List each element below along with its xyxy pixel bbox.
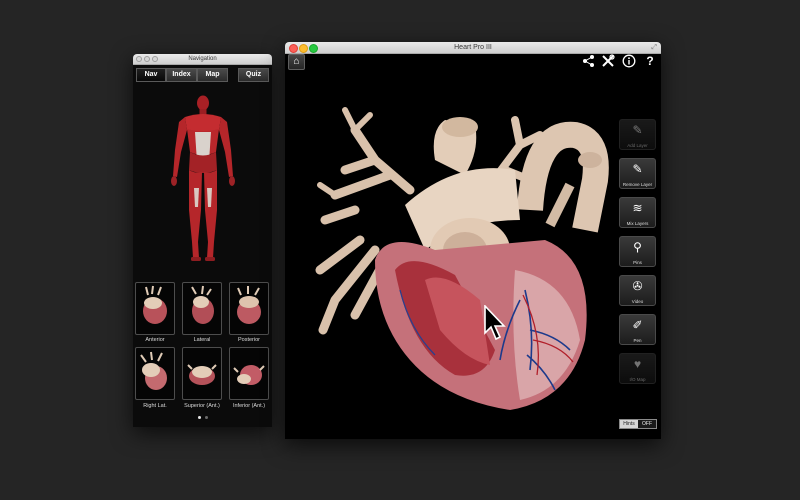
minimize-button[interactable] [299, 44, 308, 53]
heart-model-viewport[interactable] [315, 100, 615, 410]
navigation-title: Navigation [188, 56, 217, 62]
page-dot[interactable] [205, 416, 208, 419]
body-figure-map[interactable] [168, 92, 238, 264]
view-label: Lateral [193, 337, 211, 343]
view-label: Inferior (Ant.) [232, 403, 266, 409]
close-button[interactable] [136, 56, 142, 62]
tab-nav[interactable]: Nav [136, 68, 166, 82]
view-superior-thumb[interactable] [182, 347, 222, 400]
layers-icon: ≋ [632, 201, 643, 215]
view-label: Right Lat. [143, 403, 167, 409]
heart-thumb-icon [140, 351, 167, 390]
heart-thumb-icon [237, 286, 261, 324]
add-layer-button[interactable]: ✎ Add Layer [619, 119, 656, 150]
view-anterior-thumb[interactable] [135, 282, 175, 335]
pins-button[interactable]: ⚲ Pins [619, 236, 656, 267]
hints-state: OFF [638, 420, 656, 428]
navigation-titlebar[interactable]: Navigation [133, 54, 272, 65]
fullscreen-icon[interactable]: ⤢ [651, 42, 657, 53]
share-icon[interactable] [582, 54, 596, 68]
pen-button[interactable]: ✐ Pen [619, 314, 656, 345]
close-button[interactable] [289, 44, 298, 53]
view-lateral-thumb[interactable] [182, 282, 222, 335]
minimize-button[interactable] [144, 56, 150, 62]
view-label: Anterior [145, 337, 165, 343]
hints-toggle[interactable]: Hints OFF [619, 419, 657, 429]
heart-thumb-icon [187, 364, 217, 385]
tools-icon[interactable] [601, 54, 615, 68]
main-title: Heart Pro III [454, 44, 492, 51]
video-button[interactable]: ✇ Video [619, 275, 656, 306]
mix-layers-button[interactable]: ≋ Mix Layers [619, 197, 656, 228]
view-label: Superior (Ant.) [184, 403, 220, 409]
muscle-figure-icon [171, 95, 235, 261]
zoom-button[interactable] [309, 44, 318, 53]
view-inferior-thumb[interactable] [229, 347, 269, 400]
view-right-lat-thumb[interactable] [135, 347, 175, 400]
pen-icon: ✐ [632, 318, 643, 332]
zoom-button[interactable] [152, 56, 158, 62]
view-posterior-thumb[interactable] [229, 282, 269, 335]
home-icon: ⌂ [293, 56, 300, 67]
heart-thumb-icon [191, 285, 214, 324]
quiz-button[interactable]: Quiz [238, 68, 269, 82]
heart-thumb-icon [143, 285, 167, 324]
brush-plus-icon: ✎ [632, 123, 643, 137]
info-icon[interactable] [622, 54, 636, 68]
hints-label: Hints [620, 420, 638, 428]
main-window: Heart Pro III ⤢ ⌂ ? ✎ Add Layer ✎ Remove… [285, 42, 661, 439]
heart-thumb-icon [233, 365, 265, 385]
io-map-button[interactable]: ♥ I/O Map [619, 353, 656, 384]
home-button[interactable]: ⌂ [288, 54, 305, 70]
pin-icon: ⚲ [633, 240, 642, 254]
remove-layer-button[interactable]: ✎ Remove Layer [619, 158, 656, 189]
tab-map[interactable]: Map [197, 68, 228, 82]
main-titlebar[interactable]: Heart Pro III ⤢ [285, 42, 661, 54]
view-label: Posterior [237, 337, 260, 343]
heart-icon: ♥ [633, 357, 642, 371]
mouse-cursor-icon [484, 305, 506, 341]
help-icon[interactable]: ? [643, 54, 657, 68]
film-reel-icon: ✇ [632, 279, 643, 293]
page-dot-active[interactable] [198, 416, 201, 419]
heart-model-icon [315, 107, 609, 410]
brush-minus-icon: ✎ [632, 162, 643, 176]
tab-index[interactable]: Index [166, 68, 197, 82]
